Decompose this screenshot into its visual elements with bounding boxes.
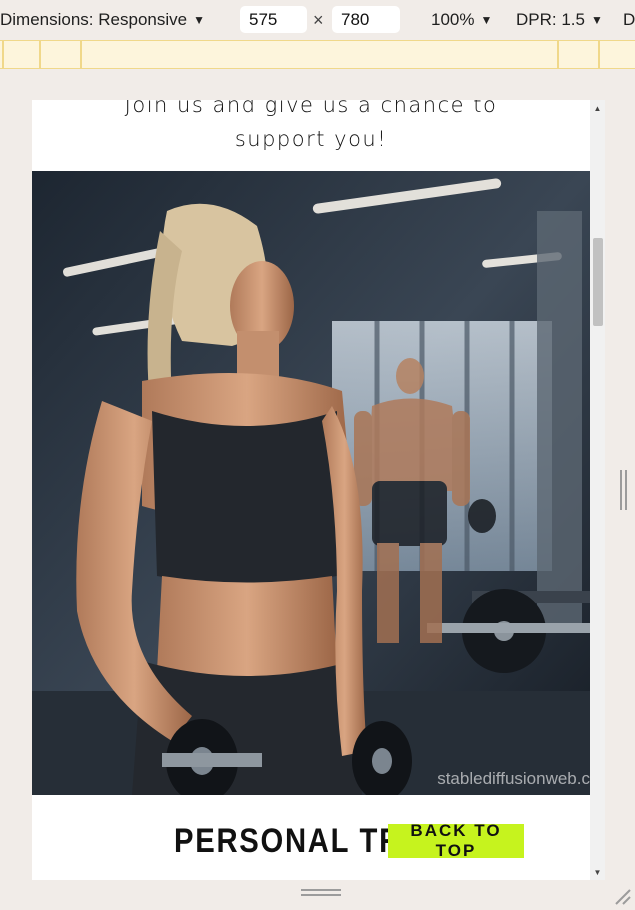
hero-image: stablediffusionweb.c [32,171,590,795]
resize-grip-icon[interactable] [612,886,632,906]
dimensions-label: Dimensions: Responsive [0,10,188,29]
dimensions-dropdown[interactable]: Dimensions: Responsive ▼ [0,0,205,40]
grip-line [619,470,622,510]
device-mode-menu[interactable]: D [623,0,635,40]
intro-line-2: support you! [234,127,388,151]
intro-line-1: Join us and give us a chance to [124,100,498,117]
grip-line [301,889,341,891]
media-query-marker[interactable] [80,41,82,68]
web-page: Join us and give us a chance to support … [32,100,590,880]
grip-line [624,470,627,510]
scrollbar-thumb[interactable] [593,238,603,326]
width-input[interactable]: 575 [240,6,307,33]
caret-down-icon: ▼ [590,13,603,27]
dpr-label: DPR: 1.5 [516,10,585,29]
device-viewport: Join us and give us a chance to support … [32,100,605,880]
media-query-marker[interactable] [557,41,559,68]
caret-down-icon: ▼ [480,13,493,27]
media-query-bar[interactable] [0,40,635,69]
gym-photo-illustration [32,171,590,795]
dpr-dropdown[interactable]: DPR: 1.5 ▼ [516,0,603,40]
zoom-label: 100% [431,10,475,29]
caret-down-icon: ▼ [193,13,205,27]
overflow-label: D [623,10,635,29]
image-watermark: stablediffusionweb.c [437,769,590,788]
triangle-up-icon[interactable]: ▲ [590,101,605,115]
resize-handle-right[interactable] [618,470,628,510]
intro-text: Join us and give us a chance to support … [32,100,590,156]
times-symbol: × [313,10,324,30]
media-query-marker[interactable] [2,41,4,68]
back-to-top-button[interactable]: BACK TO TOP [388,821,524,860]
height-input[interactable]: 780 [332,6,400,33]
triangle-down-icon[interactable]: ▼ [590,865,605,879]
media-query-marker[interactable] [598,41,600,68]
device-toolbar: Dimensions: Responsive ▼ 575 × 780 100% … [0,0,635,40]
grip-line [301,894,341,896]
page-scrollbar[interactable]: ▲ ▼ [590,100,605,880]
zoom-dropdown[interactable]: 100% ▼ [431,0,492,40]
resize-handle-bottom[interactable] [301,889,341,899]
media-query-marker[interactable] [39,41,41,68]
